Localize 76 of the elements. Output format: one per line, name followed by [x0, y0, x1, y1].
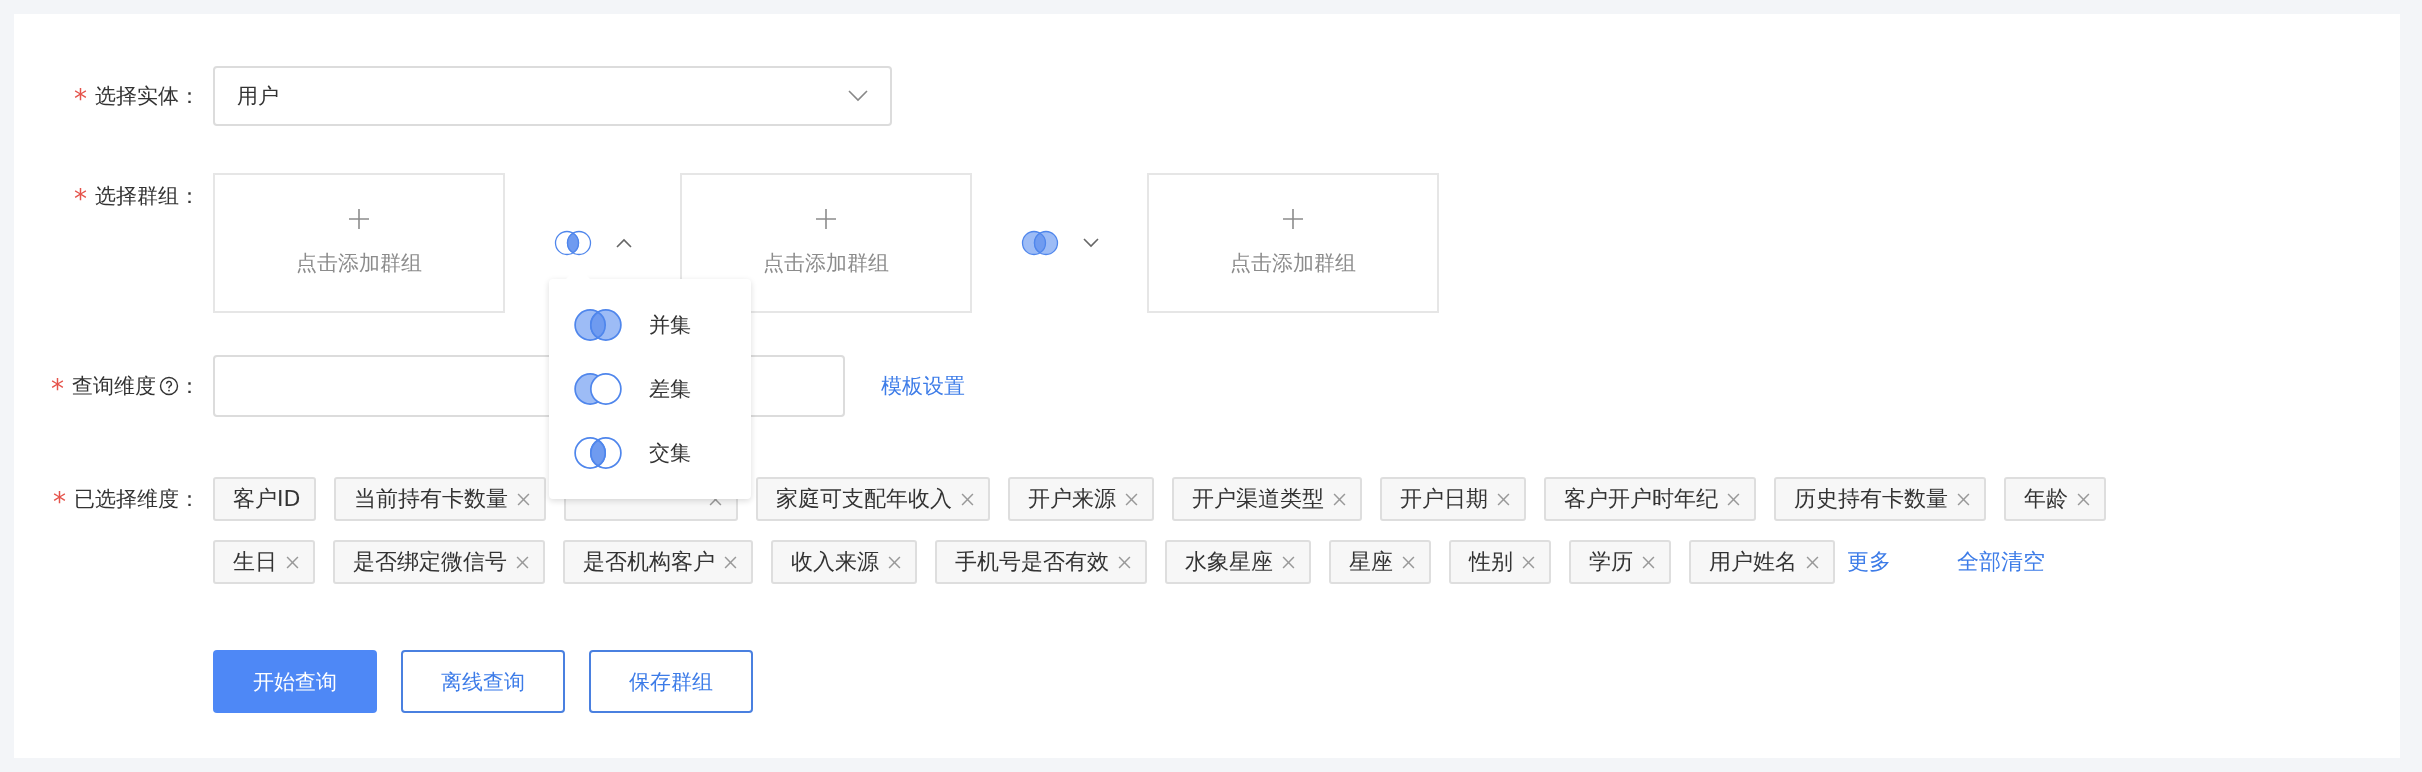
- close-icon[interactable]: [1118, 555, 1131, 569]
- dimension-tag: 历史持有卡数量: [1774, 477, 1987, 521]
- template-settings-link[interactable]: 模板设置: [881, 355, 965, 417]
- add-group-tile[interactable]: 点击添加群组: [1147, 173, 1439, 313]
- union-venn-icon: [1020, 230, 1059, 256]
- close-icon[interactable]: [1522, 555, 1535, 569]
- menu-item[interactable]: 差集: [549, 357, 751, 421]
- difference-venn-icon: [573, 372, 623, 406]
- dimension-tag: 手机号是否有效: [935, 540, 1147, 584]
- close-icon[interactable]: [517, 492, 531, 506]
- dimension-tag: 开户日期: [1380, 477, 1527, 521]
- dimension-tag: 客户ID: [213, 477, 317, 521]
- dimension-tag: 生日: [213, 540, 315, 584]
- action-button[interactable]: 保存群组: [589, 650, 753, 713]
- required-asterisk: *: [74, 83, 87, 112]
- add-group-text: 点击添加群组: [763, 250, 889, 277]
- dimension-tag: 开户来源: [1008, 477, 1155, 521]
- close-icon[interactable]: [888, 555, 901, 569]
- close-icon[interactable]: [961, 492, 975, 506]
- union-venn-icon: [573, 308, 623, 342]
- required-asterisk: *: [51, 373, 64, 402]
- add-group-tile[interactable]: 点击添加群组: [680, 173, 972, 313]
- menu-item-label: 交集: [649, 440, 691, 467]
- field-label: 选择群组：: [95, 183, 200, 210]
- plus-icon: [1283, 209, 1303, 229]
- start-query-button[interactable]: 开始查询: [213, 650, 377, 713]
- chevron-down-icon[interactable]: [1082, 238, 1099, 248]
- close-icon[interactable]: [1282, 555, 1295, 569]
- required-asterisk: *: [74, 183, 87, 212]
- add-group-text: 点击添加群组: [296, 250, 422, 277]
- dimension-tag: 用户姓名: [1689, 540, 1835, 584]
- dimension-tag: 开户渠道类型: [1172, 477, 1363, 521]
- dimension-tag: 学历: [1569, 540, 1671, 584]
- close-icon[interactable]: [1957, 492, 1971, 506]
- action-button[interactable]: 离线查询: [401, 650, 565, 713]
- close-icon[interactable]: [1806, 555, 1819, 569]
- close-icon[interactable]: [724, 555, 737, 569]
- close-icon[interactable]: [1333, 492, 1347, 506]
- add-group-tile[interactable]: 点击添加群组: [213, 173, 505, 313]
- dimension-tag: 性别: [1449, 540, 1551, 584]
- close-icon[interactable]: [286, 555, 299, 569]
- field-label: 查询维度: [72, 373, 156, 400]
- dimension-tag: 是否绑定微信号: [333, 540, 545, 584]
- dimension-tag: 收入来源: [771, 540, 917, 584]
- dimension-tag: 是否机构客户: [563, 540, 753, 584]
- close-icon[interactable]: [1497, 492, 1511, 506]
- dimension-tag: 星座: [1329, 540, 1431, 584]
- dimension-tag: 水象星座: [1165, 540, 1311, 584]
- chevron-down-icon: [848, 90, 868, 102]
- dimension-tag: 年龄: [2004, 477, 2107, 521]
- field-label: 已选择维度：: [74, 486, 200, 513]
- dimension-tag: 家庭可支配年收入: [756, 477, 991, 521]
- menu-item-label: 并集: [649, 312, 691, 339]
- chevron-up-icon[interactable]: [615, 238, 632, 248]
- field-label: 选择实体：: [95, 83, 200, 110]
- close-icon[interactable]: [1727, 492, 1741, 506]
- menu-item[interactable]: 交集: [549, 421, 751, 485]
- close-icon[interactable]: [1125, 492, 1139, 506]
- intersection-venn-icon: [553, 230, 592, 256]
- required-asterisk: *: [53, 486, 66, 515]
- plus-icon: [349, 209, 369, 229]
- help-icon: [159, 376, 179, 396]
- plus-icon: [816, 209, 836, 229]
- close-icon[interactable]: [516, 555, 529, 569]
- dimension-tag: 客户开户时年纪: [1544, 477, 1757, 521]
- close-icon[interactable]: [1402, 555, 1415, 569]
- label-colon: ：: [179, 373, 200, 400]
- add-group-text: 点击添加群组: [1230, 250, 1356, 277]
- clear-all-link[interactable]: 全部清空: [1957, 547, 2045, 577]
- intersection-venn-icon: [573, 436, 623, 470]
- entity-select[interactable]: 用户: [213, 66, 892, 126]
- dimension-tag: 当前持有卡数量: [334, 477, 547, 521]
- menu-item-label: 差集: [649, 376, 691, 403]
- close-icon[interactable]: [2077, 492, 2091, 506]
- close-icon[interactable]: [1642, 555, 1655, 569]
- more-link[interactable]: 更多: [1847, 547, 1891, 577]
